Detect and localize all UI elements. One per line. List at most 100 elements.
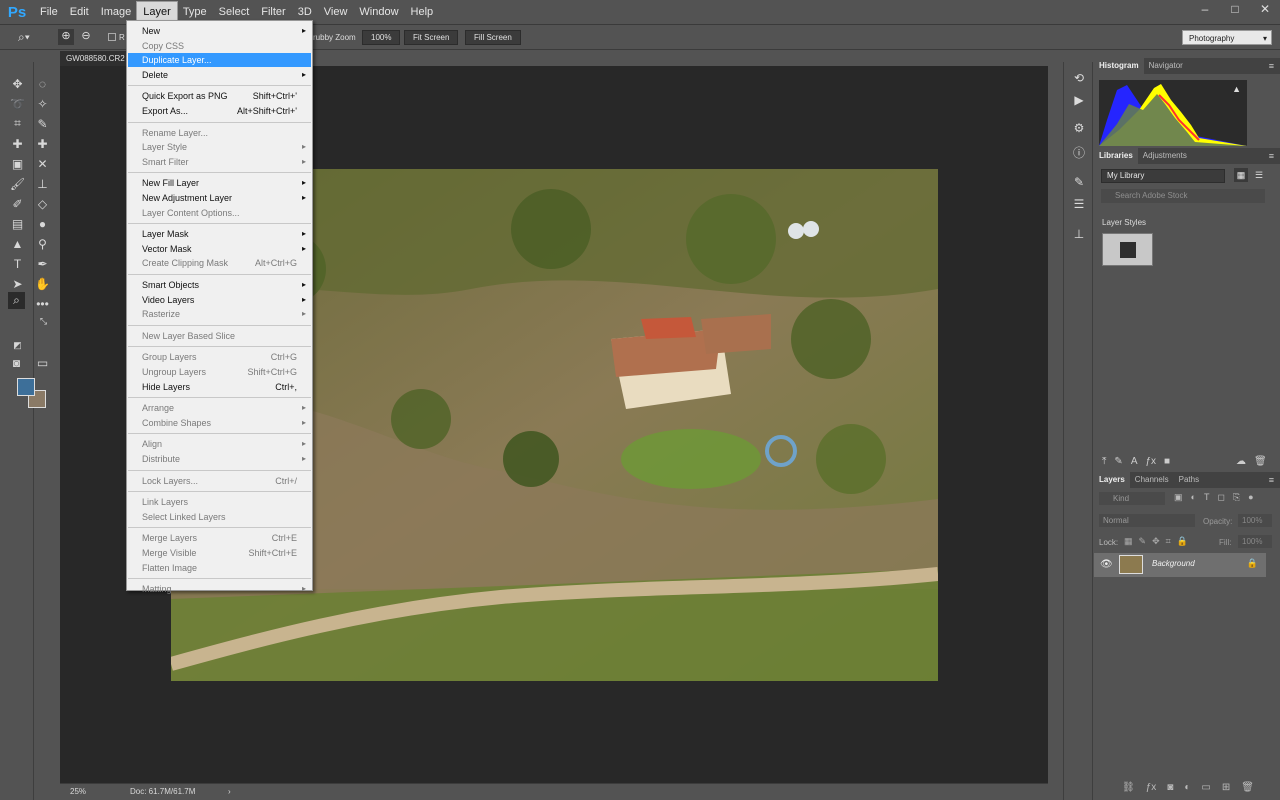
marquee-tool-icon[interactable]: ◌ [34,75,51,92]
tab-histogram[interactable]: Histogram [1094,58,1144,74]
fx-icon[interactable]: ƒx [1145,456,1156,467]
new-group-icon[interactable]: ▭ [1201,782,1210,793]
lock-transparent-icon[interactable]: ▦ [1124,536,1133,547]
library-trash-icon[interactable]: 🗑 [1254,456,1267,467]
add-character-style-icon[interactable]: A [1131,456,1138,467]
path-selection-tool-icon[interactable]: ➤ [9,275,26,292]
tab-adjustments[interactable]: Adjustments [1138,148,1192,164]
quick-mask-icon[interactable]: ◙ [8,354,25,371]
magic-wand-tool-icon[interactable]: ✧ [34,95,51,112]
zoom-out-icon[interactable]: ⊖ [78,29,94,45]
menu-item-new-fill-layer[interactable]: New Fill Layer ▸ [128,176,311,190]
menu-help[interactable]: Help [405,2,440,22]
history-icon[interactable]: ⟲ [1071,70,1087,86]
filter-type-icon[interactable]: T [1204,492,1210,503]
tab-navigator[interactable]: Navigator [1144,58,1188,74]
document-tab[interactable]: GW088580.CR2 [60,51,132,66]
tab-libraries[interactable]: Libraries [1094,148,1138,164]
menu-item-arrange[interactable]: Arrange ▸ [128,401,311,415]
eyedropper-tool-icon[interactable]: ✎ [34,115,51,132]
menu-item-combine-shapes[interactable]: Combine Shapes ▸ [128,416,311,430]
menu-item-copy-css[interactable]: Copy CSS [128,39,311,53]
menu-layer[interactable]: Layer [136,1,178,23]
lock-all-icon[interactable]: 🔒 [1177,536,1188,547]
menu-item-layer-style[interactable]: Layer Style ▸ [128,140,311,154]
filter-smart-object-icon[interactable]: ⎘ [1233,492,1240,503]
resize-windows-checkbox[interactable] [108,33,116,41]
menu-item-flatten-image[interactable]: Flatten Image [128,561,311,575]
status-menu-arrow-icon[interactable]: › [228,787,231,796]
path-tool-icon[interactable]: ✒ [34,255,51,272]
adjustment-layer-icon[interactable]: ◐ [1184,782,1190,793]
filter-shape-icon[interactable]: ◻ [1217,492,1224,503]
filter-pixel-icon[interactable]: ▣ [1174,492,1183,503]
fit-screen-button[interactable]: Fit Screen [404,30,459,45]
pen-tool-icon[interactable]: ▲ [9,235,26,252]
menu-item-smart-filter[interactable]: Smart Filter ▸ [128,155,311,169]
menu-item-smart-objects[interactable]: Smart Objects ▸ [128,278,311,292]
menu-item-group-layers[interactable]: Group Layers Ctrl+G [128,350,311,364]
delete-layer-icon[interactable]: 🗑 [1241,782,1254,793]
menu-item-export-as[interactable]: Export As... Alt+Shift+Ctrl+' [128,104,311,118]
new-layer-icon[interactable]: ⊞ [1222,782,1230,793]
warning-icon[interactable]: ▲ [1232,84,1241,94]
menu-item-create-clipping-mask[interactable]: Create Clipping Mask Alt+Ctrl+G [128,256,311,270]
visibility-eye-icon[interactable]: 👁 [1100,559,1113,570]
workspace-select[interactable]: Photography [1182,30,1272,46]
menu-view[interactable]: View [318,2,354,22]
layer-filter-kind[interactable]: Kind [1099,492,1165,505]
adjust-sliders-icon[interactable]: ☰ [1071,196,1087,212]
libraries-panel-menu-icon[interactable]: ≡ [1269,148,1274,164]
history-brush-tool-icon[interactable]: ✐ [9,195,26,212]
lock-position-icon[interactable]: ✥ [1152,536,1160,547]
healing-brush-tool-icon[interactable]: ✚ [9,135,26,152]
menu-3d[interactable]: 3D [292,2,318,22]
fill-screen-button[interactable]: Fill Screen [465,30,521,45]
add-mask-icon[interactable]: ◙ [1167,782,1173,793]
properties-icon[interactable]: ⚙ [1071,120,1087,136]
color-swatch-icon[interactable]: ■ [1164,456,1170,467]
actions-play-icon[interactable]: ▶ [1071,92,1087,108]
tab-channels[interactable]: Channels [1130,472,1174,488]
menu-edit[interactable]: Edit [64,2,95,22]
menu-item-merge-visible[interactable]: Merge Visible Shift+Ctrl+E [128,546,311,560]
menu-item-layer-content-options[interactable]: Layer Content Options... [128,206,311,220]
stock-search-input[interactable]: Search Adobe Stock [1101,189,1265,203]
add-graphic-icon[interactable]: ✎ [1114,456,1122,467]
menu-select[interactable]: Select [213,2,256,22]
type-tool-icon[interactable]: T [9,255,26,272]
layers-panel-menu-icon[interactable]: ≡ [1269,472,1274,488]
lock-image-icon[interactable]: ✎ [1139,536,1147,547]
menu-item-duplicate-layer[interactable]: Duplicate Layer... [128,53,311,68]
minimize-button[interactable]: – [1190,0,1220,18]
more-tools-icon[interactable]: ••• [34,295,51,312]
menu-window[interactable]: Window [353,2,404,22]
eraser-tool-icon[interactable]: ◇ [34,195,51,212]
frame-tool-icon[interactable]: ▣ [9,155,26,172]
blend-mode-select[interactable]: Normal [1099,514,1195,527]
close-button[interactable]: ✕ [1250,0,1280,18]
brush-tool-icon[interactable]: 🖌 [9,175,26,192]
zoom-tool-icon[interactable]: ⌕▾ [18,30,30,45]
menu-item-hide-layers[interactable]: Hide Layers Ctrl+, [128,380,311,394]
menu-item-lock-layers[interactable]: Lock Layers... Ctrl+/ [128,474,311,488]
list-view-icon[interactable]: ☰ [1252,168,1266,182]
menu-item-matting[interactable]: Matting ▸ [128,582,311,596]
layer-row[interactable]: 👁 Background 🔒 [1094,553,1266,577]
zoom-in-icon[interactable]: ⊕ [58,29,74,45]
lasso-tool-icon[interactable]: ➰ [9,95,26,112]
content-aware-move-icon[interactable]: ✕ [34,155,51,172]
menu-item-align[interactable]: Align ▸ [128,437,311,451]
menu-filter[interactable]: Filter [255,2,291,22]
hand-tool-icon[interactable]: ✋ [34,275,51,292]
upload-icon[interactable]: ⤒ [1102,456,1106,467]
zoom-tool-active-icon[interactable]: ⌕ [8,292,25,309]
panel-menu-icon[interactable]: ≡ [1269,58,1274,74]
info-icon[interactable]: ⓘ [1071,144,1087,160]
cloud-sync-icon[interactable]: ☁ [1236,456,1246,467]
menu-item-vector-mask[interactable]: Vector Mask ▸ [128,242,311,256]
clone-stamp-tool-icon[interactable]: ⊥ [34,175,51,192]
crop-tool-icon[interactable]: ⌗ [9,115,26,132]
foreground-color-swatch[interactable] [17,378,35,396]
menu-item-delete[interactable]: Delete ▸ [128,68,311,82]
